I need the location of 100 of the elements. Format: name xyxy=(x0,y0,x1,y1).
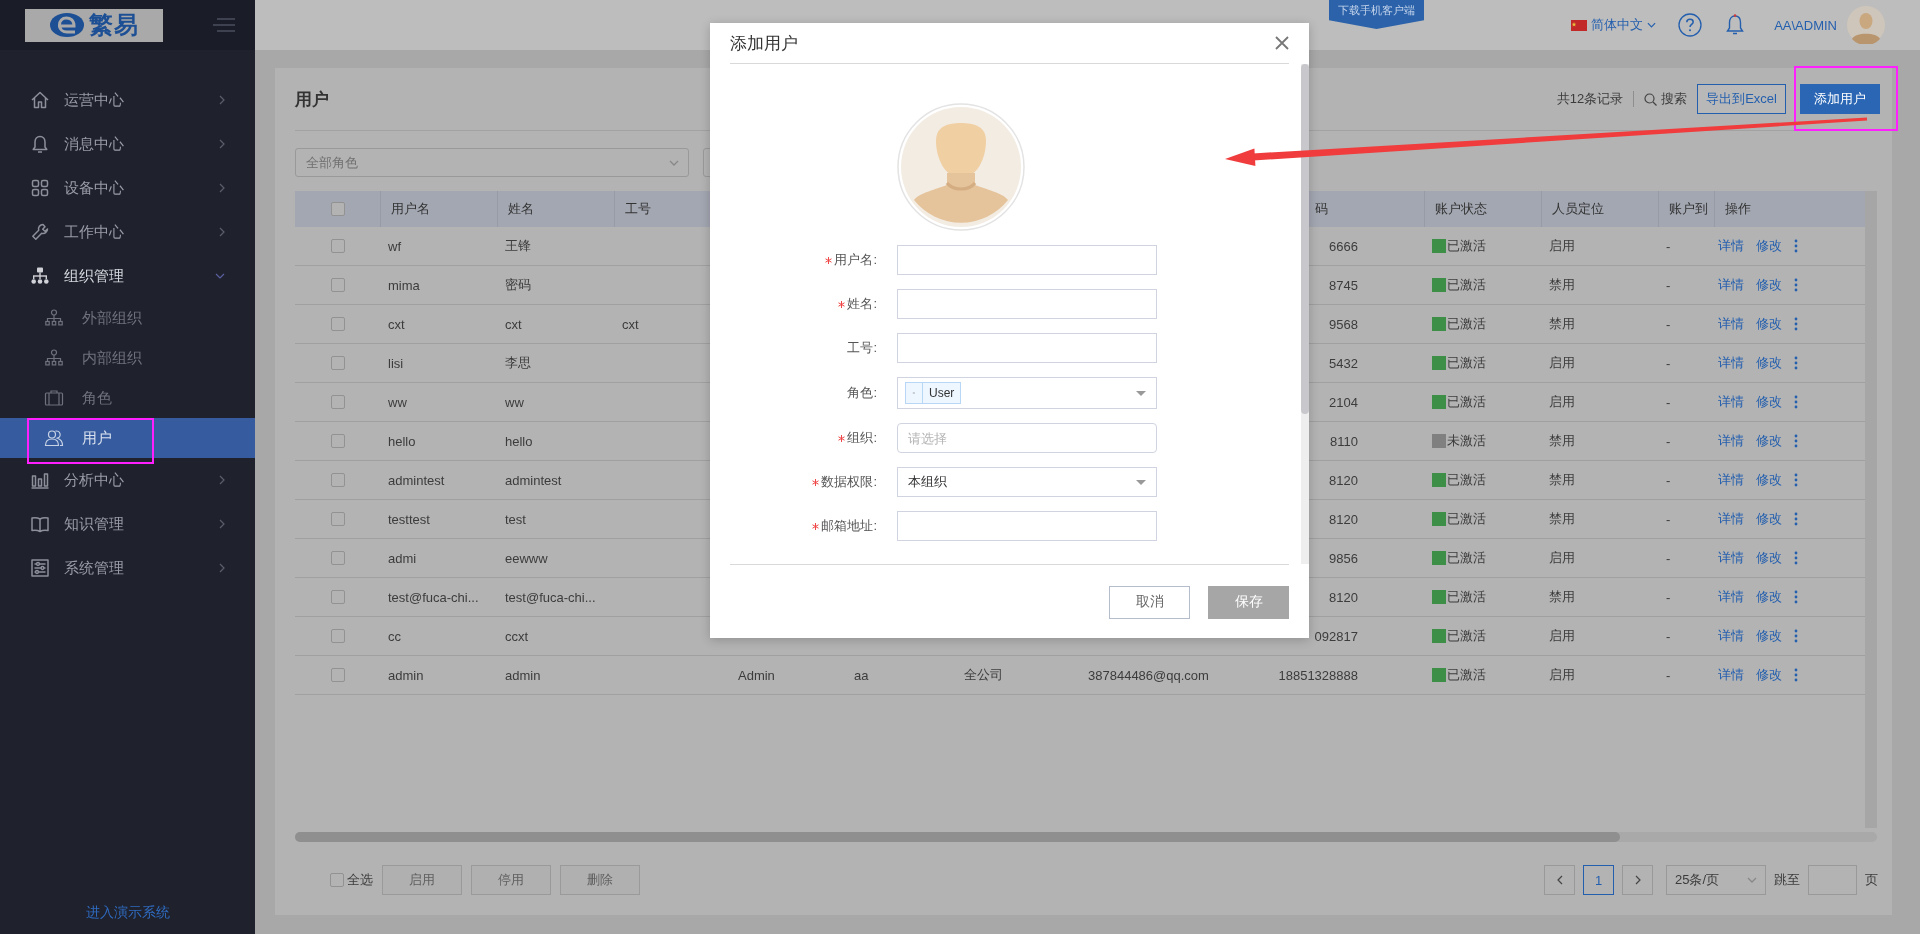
checkbox[interactable] xyxy=(330,512,345,526)
picker-field[interactable]: 请选择 xyxy=(897,423,1157,453)
prev-page-button[interactable] xyxy=(1544,865,1575,895)
table-cell: 已激活 xyxy=(1447,549,1486,567)
action-link[interactable]: 详情 xyxy=(1718,666,1744,684)
nav-item[interactable]: 系统管理 xyxy=(0,546,255,590)
action-link[interactable]: 详情 xyxy=(1718,276,1744,294)
avatar-icon xyxy=(1847,6,1885,44)
nav-item[interactable]: 角色 xyxy=(0,378,255,418)
table-cell: 18851328888 xyxy=(1278,667,1358,683)
more-icon xyxy=(1794,434,1798,448)
table-cell: wf xyxy=(388,238,401,254)
more-icon xyxy=(1794,473,1798,487)
add-user-button[interactable]: 添加用户 xyxy=(1800,84,1880,114)
action-link[interactable]: 详情 xyxy=(1718,393,1744,411)
download-link[interactable]: 下载手机客户端 xyxy=(1329,0,1424,29)
table-cell: 禁用 xyxy=(1549,432,1575,450)
nav-item[interactable]: 设备中心 xyxy=(0,166,255,210)
tag-select-field[interactable]: User xyxy=(897,377,1157,409)
page-size-select[interactable]: 25条/页 xyxy=(1666,865,1766,895)
user-name[interactable]: AA\ADMIN xyxy=(1774,17,1837,33)
chevron-right-icon xyxy=(1634,875,1641,885)
language-selector[interactable]: 简体中文 xyxy=(1571,16,1657,34)
checkbox[interactable] xyxy=(330,278,345,292)
scrollbar[interactable] xyxy=(295,832,1877,842)
text-field[interactable] xyxy=(897,333,1157,363)
field-label: 组织: xyxy=(847,429,877,447)
action-link[interactable]: 详情 xyxy=(1718,237,1744,255)
checkbox[interactable] xyxy=(330,356,345,370)
org-chart-icon xyxy=(44,348,64,368)
checkbox[interactable] xyxy=(330,395,345,409)
action-link[interactable]: 修改 xyxy=(1756,549,1782,567)
action-link[interactable]: 详情 xyxy=(1718,315,1744,333)
record-count: 共12条记录 xyxy=(1556,90,1624,108)
action-link[interactable]: 修改 xyxy=(1756,471,1782,489)
table-cell: - xyxy=(1666,667,1671,683)
action-link[interactable]: 修改 xyxy=(1756,510,1782,528)
org-chart-icon xyxy=(44,308,64,328)
table-cell: eewww xyxy=(505,550,548,566)
action-link[interactable]: 修改 xyxy=(1756,237,1782,255)
table-cell: test@fuca-chi... xyxy=(505,589,596,605)
table-cell: admin xyxy=(388,667,424,683)
text-field[interactable] xyxy=(897,245,1157,275)
select-all-checkbox[interactable]: 全选 xyxy=(330,871,373,889)
checkbox[interactable] xyxy=(330,629,345,643)
demo-link[interactable]: 进入演示系统 xyxy=(85,904,170,920)
nav-item[interactable]: 消息中心 xyxy=(0,122,255,166)
nav-item[interactable]: 运营中心 xyxy=(0,78,255,122)
action-link[interactable]: 修改 xyxy=(1756,393,1782,411)
nav-item[interactable]: 工作中心 xyxy=(0,210,255,254)
role-filter[interactable]: 全部角色 xyxy=(295,148,689,177)
action-link[interactable]: 修改 xyxy=(1756,666,1782,684)
menu-icon xyxy=(213,17,235,33)
checkbox[interactable] xyxy=(330,473,345,487)
checkbox[interactable] xyxy=(330,590,345,604)
export-button[interactable]: 导出到Excel xyxy=(1697,84,1786,114)
nav-item[interactable]: 知识管理 xyxy=(0,502,255,546)
text-field[interactable] xyxy=(897,289,1157,319)
action-link[interactable]: 修改 xyxy=(1756,588,1782,606)
logo-text: 繁易 xyxy=(89,10,139,40)
checkbox[interactable] xyxy=(330,202,345,216)
field-label: 工号: xyxy=(847,339,877,357)
column-header: 账户状态 xyxy=(1435,200,1487,218)
table-cell: admi xyxy=(388,550,417,566)
page-button[interactable]: 1 xyxy=(1583,865,1614,895)
table-cell: 387844486@qq.com xyxy=(1088,667,1209,683)
action-link[interactable]: 修改 xyxy=(1756,276,1782,294)
checkbox[interactable] xyxy=(330,551,345,565)
action-link[interactable]: 修改 xyxy=(1756,315,1782,333)
search-button[interactable]: 搜索 xyxy=(1644,90,1688,108)
action-link[interactable]: 详情 xyxy=(1718,510,1744,528)
action-link[interactable]: 详情 xyxy=(1718,627,1744,645)
select-field[interactable]: 本组织 xyxy=(897,467,1157,497)
table-cell: 已激活 xyxy=(1447,627,1486,645)
action-link[interactable]: 详情 xyxy=(1718,549,1744,567)
action-link[interactable]: 修改 xyxy=(1756,432,1782,450)
chevron-left-icon xyxy=(1556,875,1563,885)
checkbox[interactable] xyxy=(330,434,345,448)
action-link[interactable]: 修改 xyxy=(1756,627,1782,645)
home-icon xyxy=(30,90,50,110)
nav-item[interactable]: 分析中心 xyxy=(0,458,255,502)
action-link[interactable]: 详情 xyxy=(1718,588,1744,606)
action-link[interactable]: 详情 xyxy=(1718,471,1744,489)
action-link[interactable]: 详情 xyxy=(1718,354,1744,372)
required-icon xyxy=(812,478,820,486)
action-link[interactable]: 修改 xyxy=(1756,354,1782,372)
nav-item[interactable]: 用户 xyxy=(0,418,255,458)
checkbox[interactable] xyxy=(330,239,345,253)
scrollbar[interactable] xyxy=(1301,64,1309,564)
nav-item[interactable]: 组织管理 xyxy=(0,254,255,298)
nav-item[interactable]: 外部组织 xyxy=(0,298,255,338)
text-field[interactable] xyxy=(897,511,1157,541)
table-cell: hello xyxy=(388,433,416,449)
checkbox[interactable] xyxy=(330,668,345,682)
next-page-button[interactable] xyxy=(1622,865,1653,895)
nav-item[interactable]: 内部组织 xyxy=(0,338,255,378)
checkbox[interactable] xyxy=(330,317,345,331)
action-link[interactable]: 详情 xyxy=(1718,432,1744,450)
page-field[interactable] xyxy=(1808,865,1857,895)
dialog-button[interactable]: 取消 xyxy=(1109,585,1190,619)
